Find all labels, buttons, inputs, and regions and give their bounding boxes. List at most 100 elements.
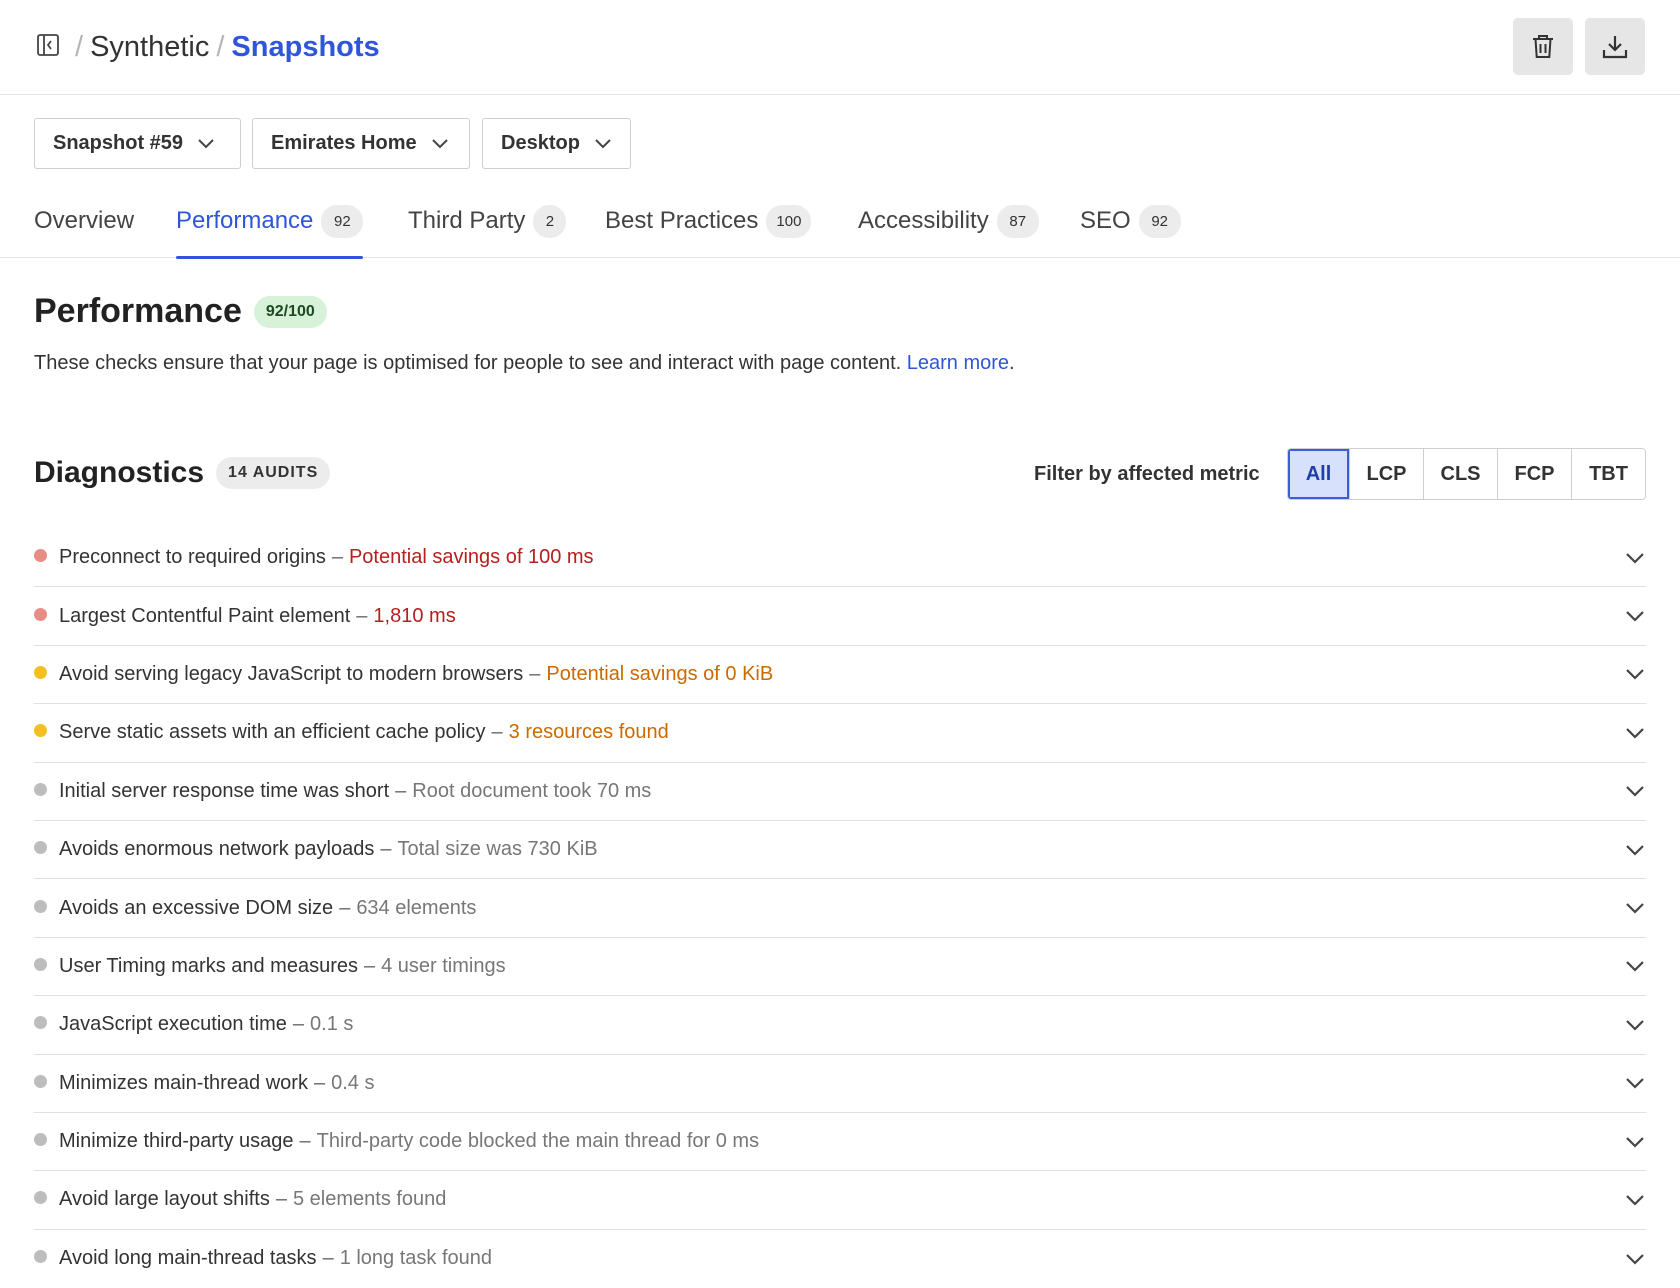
- tab-third-party[interactable]: Third Party 2: [408, 190, 567, 258]
- audit-row[interactable]: Initial server response time was short – R…: [34, 763, 1646, 821]
- filter-all-button[interactable]: All: [1288, 449, 1349, 499]
- chevron-down-icon[interactable]: [1624, 547, 1646, 569]
- filter-label: Filter by affected metric: [1034, 463, 1260, 485]
- chevron-down-icon[interactable]: [1624, 1189, 1646, 1211]
- tab-badge: 100: [766, 204, 812, 238]
- filter-tbt-button[interactable]: TBT: [1571, 449, 1645, 499]
- chevron-down-icon[interactable]: [1624, 955, 1646, 977]
- page-select[interactable]: Emirates Home: [252, 118, 470, 169]
- chevron-down-icon[interactable]: [1624, 1248, 1646, 1270]
- audit-detail: Root document took 70 ms: [412, 779, 652, 802]
- breadcrumb-current[interactable]: Snapshots: [231, 31, 379, 64]
- page-select-value: Emirates Home: [271, 132, 417, 154]
- audit-row[interactable]: Avoids an excessive DOM size –634 element…: [34, 879, 1646, 938]
- performance-description: These checks ensure that your page is op…: [34, 352, 1015, 375]
- chevron-down-icon[interactable]: [1624, 605, 1646, 627]
- tab-accessibility[interactable]: Accessibility 87: [858, 190, 1039, 258]
- audit-name: User Timing marks and measures: [59, 954, 358, 977]
- chevron-down-icon[interactable]: [1624, 722, 1646, 744]
- sidebar-toggle-icon[interactable]: [36, 33, 60, 57]
- tab-label: Overview: [34, 207, 135, 234]
- audit-row[interactable]: Avoid large layout shifts –5 elements fou…: [34, 1171, 1646, 1230]
- audit-name: Avoids enormous network payloads: [59, 838, 375, 861]
- chevron-down-icon[interactable]: [1624, 780, 1646, 802]
- severity-dot-icon: [34, 1016, 47, 1030]
- tab-seo[interactable]: SEO 92: [1080, 190, 1181, 258]
- snapshot-select-value: Snapshot #59: [53, 132, 184, 154]
- tab-best-practices[interactable]: Best Practices 100: [605, 190, 812, 258]
- audit-name: Avoid large layout shifts: [59, 1188, 270, 1211]
- audit-row[interactable]: Serve static assets with an efficient ca…: [34, 704, 1646, 763]
- audit-name: JavaScript execution time: [59, 1013, 287, 1036]
- download-button[interactable]: [1585, 18, 1645, 75]
- severity-dot-icon: [34, 665, 47, 679]
- chevron-down-icon[interactable]: [1624, 897, 1646, 919]
- download-icon: [1602, 35, 1628, 58]
- page-title: Performance: [34, 292, 242, 330]
- audit-separator: –: [292, 1013, 305, 1036]
- audit-detail: Total size was 730 KiB: [397, 838, 598, 861]
- audit-list: Preconnect to required origins – Potential…: [34, 529, 1646, 1288]
- tab-label: SEO: [1080, 207, 1131, 234]
- chevron-down-icon[interactable]: [1624, 1072, 1646, 1094]
- audit-separator: –: [322, 1247, 334, 1270]
- audit-detail: Potential savings of 0 KiB: [546, 662, 774, 685]
- diagnostics-header: Diagnostics 14 AUDITS: [34, 456, 331, 490]
- tab-label: Performance: [176, 207, 314, 234]
- chevron-down-icon[interactable]: [1624, 1014, 1646, 1036]
- score-badge: 92/100: [253, 295, 327, 328]
- audit-name: Initial server response time was short: [59, 779, 390, 802]
- audit-row[interactable]: Avoid serving legacy JavaScript to moder…: [34, 646, 1646, 705]
- audit-detail: 0.4 s: [331, 1071, 375, 1094]
- trash-icon: [1533, 34, 1553, 58]
- audit-detail: 0.1 s: [310, 1013, 354, 1036]
- breadcrumb: / Synthetic / Snapshots: [68, 28, 380, 66]
- performance-header: Performance 92/100: [34, 292, 327, 331]
- audit-name: Avoid serving legacy JavaScript to moder…: [59, 662, 524, 685]
- audit-row[interactable]: Avoids enormous network payloads – Total s…: [34, 821, 1646, 880]
- severity-dot-icon: [34, 1133, 47, 1147]
- filter-fcp-button[interactable]: FCP: [1497, 449, 1571, 499]
- severity-dot-icon: [34, 1191, 47, 1205]
- tab-badge: 2: [533, 204, 567, 238]
- audit-name: Avoids an excessive DOM size: [59, 896, 334, 919]
- audit-row[interactable]: Minimize third-party usage – Third-party c…: [34, 1113, 1646, 1172]
- severity-dot-icon: [34, 957, 47, 971]
- audit-detail: 5 elements found: [292, 1188, 447, 1211]
- audit-row[interactable]: User Timing marks and measures –4 user ti…: [34, 938, 1646, 997]
- delete-button[interactable]: [1513, 18, 1573, 75]
- tab-overview[interactable]: Overview: [34, 190, 134, 258]
- audit-row[interactable]: Minimizes main-thread work –0.4 s: [34, 1055, 1646, 1113]
- breadcrumb-separator: /: [216, 30, 225, 63]
- filter-cls-button[interactable]: CLS: [1423, 449, 1497, 499]
- audit-row[interactable]: JavaScript execution time –0.1 s: [34, 996, 1646, 1055]
- device-select[interactable]: Desktop: [482, 118, 631, 169]
- learn-more-link[interactable]: Learn more: [907, 352, 1009, 374]
- audit-detail: 634 elements: [356, 896, 477, 919]
- tab-label: Best Practices: [605, 207, 759, 234]
- device-select-value: Desktop: [501, 132, 580, 154]
- breadcrumb-synthetic[interactable]: Synthetic: [90, 31, 209, 64]
- audit-separator: –: [331, 546, 343, 569]
- audit-separator: –: [299, 1130, 311, 1153]
- audit-detail: 1,810 ms: [373, 604, 456, 627]
- snapshot-select[interactable]: Snapshot #59: [34, 118, 241, 169]
- chevron-down-icon[interactable]: [1624, 663, 1646, 685]
- audit-separator: –: [529, 662, 541, 685]
- chevron-down-icon[interactable]: [1624, 839, 1646, 861]
- description-text: These checks ensure that your page is op…: [34, 352, 902, 374]
- audit-detail: 3 resources found: [508, 721, 669, 744]
- filter-lcp-button[interactable]: LCP: [1349, 449, 1423, 499]
- severity-dot-icon: [34, 607, 47, 621]
- diagnostics-title: Diagnostics: [34, 456, 205, 489]
- severity-dot-icon: [34, 1250, 47, 1264]
- tab-label: Accessibility: [858, 207, 989, 234]
- audit-row[interactable]: Largest Contentful Paint element –1,810 m…: [34, 587, 1646, 646]
- audit-row[interactable]: Avoid long main-thread tasks –1 long task…: [34, 1230, 1646, 1288]
- audit-row[interactable]: Preconnect to required origins – Potential…: [34, 529, 1646, 588]
- severity-dot-icon: [34, 1074, 47, 1088]
- tab-performance[interactable]: Performance 92: [176, 190, 364, 259]
- chevron-down-icon[interactable]: [1624, 1131, 1646, 1153]
- tab-label: Third Party: [408, 207, 526, 234]
- tab-badge: 87: [996, 204, 1039, 238]
